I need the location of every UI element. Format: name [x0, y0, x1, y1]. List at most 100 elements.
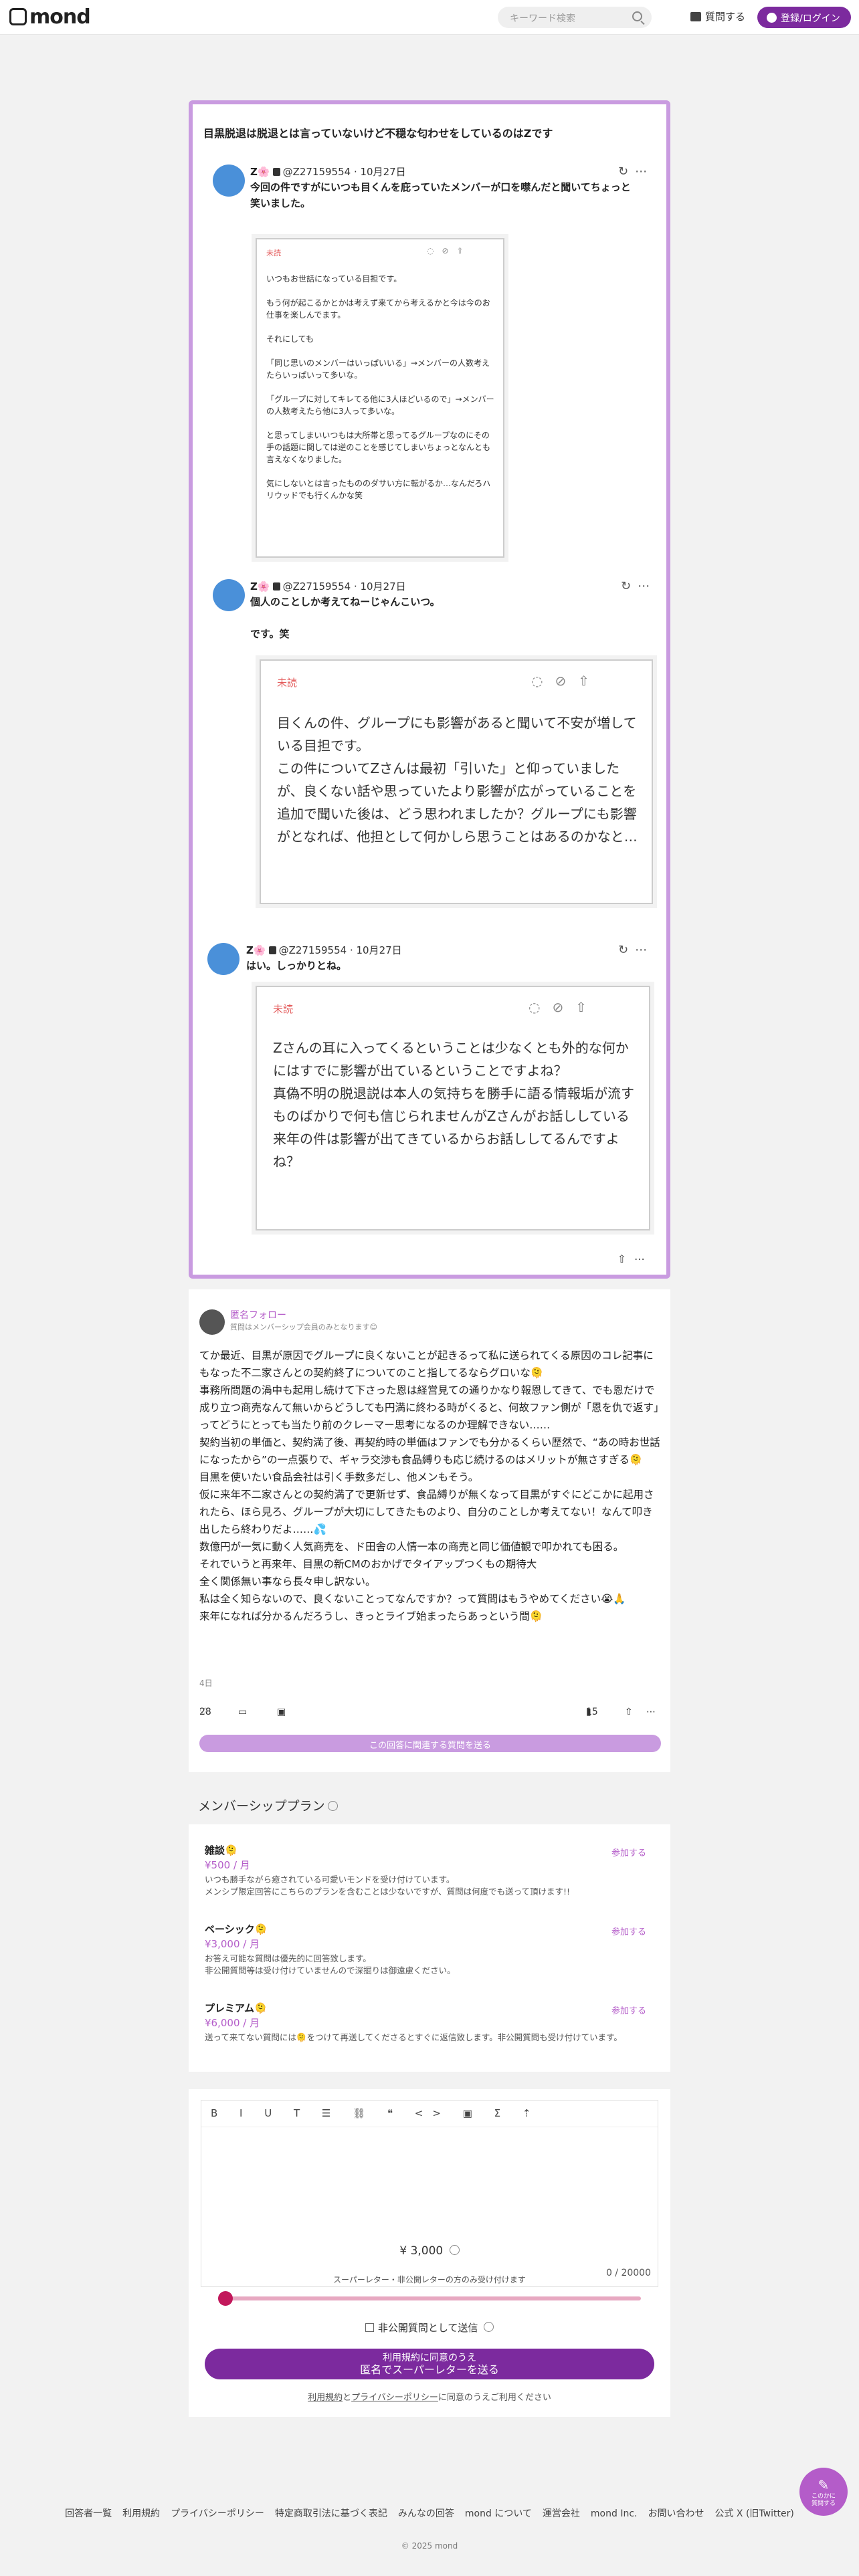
search-icon: [632, 11, 642, 21]
question-form: B I U T ☰ ⛓ ❝ <> ▣ Σ ⇡ 0 / 20000 ¥ 3,000…: [189, 2089, 670, 2417]
letter-card: 未読 ◌⊘⇧ 目くんの件、グループにも影響があると聞いて不安が増している目担です…: [260, 659, 653, 904]
block-icon[interactable]: ⊘: [552, 999, 575, 1015]
membership-card: 雑談🫠 ¥500 / 月 いつも勝手ながら癒されている可愛いモンドを受け付けてい…: [189, 1824, 670, 2072]
post-user: Z🌸 @Z27159554 · 10月27日: [246, 944, 402, 956]
join-button[interactable]: 参加する: [611, 1846, 646, 1858]
letter-text: いつもお世話になっている目担です。 もう何が起こるかとかは考えず来てから考えるか…: [266, 274, 494, 500]
share-icon[interactable]: ⇧: [578, 673, 601, 689]
post-user: Z🌸 @Z27159554 · 10月27日: [250, 166, 406, 178]
more-icon[interactable]: ⋯: [634, 1253, 653, 1265]
login-button[interactable]: 登録/ログイン: [757, 7, 851, 28]
post-text: 今回の件ですがにいつも目くんを庇っていたメンバーが口を噤んだと聞いてちょっと笑い…: [250, 181, 631, 209]
letter-card: 未読 ◌⊘⇧ いつもお世話になっている目担です。 もう何が起こるかとかは考えず来…: [256, 238, 504, 558]
question-title: 目黒脱退は脱退とは言っていないけど不穏な匂わせをしているのはZです: [203, 127, 553, 140]
question-card: 目黒脱退は脱退とは言っていないけど不穏な匂わせをしているのはZです Z🌸 @Z27…: [189, 100, 670, 1279]
amount-slider[interactable]: [218, 2291, 641, 2306]
post: Z🌸 @Z27159554 · 10月27日 ↻⋯ 今回の件ですがにいつも目くんを…: [193, 165, 666, 566]
unread-label: 未読: [273, 1003, 294, 1015]
footer-link[interactable]: mond について: [465, 2508, 532, 2519]
post: Z🌸 @Z27159554 · 10月27日 ↻⋯ はい。しっかりとね。 未読 ◌…: [193, 943, 666, 1244]
share-icon[interactable]: ⇧: [625, 1707, 633, 1717]
privacy-link[interactable]: プライバシーポリシー: [351, 2393, 438, 2403]
more-icon[interactable]: ⋯: [635, 943, 654, 957]
checkbox-icon[interactable]: [365, 2323, 374, 2332]
send-related-question-button[interactable]: この回答に関連する質問を送る: [199, 1735, 661, 1752]
header: mond キーワード検索 質問する 登録/ログイン: [0, 0, 859, 35]
footer-link[interactable]: 利用規約: [122, 2508, 160, 2519]
answer-time: 4日: [199, 1679, 213, 1688]
hide-icon[interactable]: ◌: [531, 673, 555, 689]
help-icon[interactable]: [327, 1801, 338, 1811]
terms-note: 利用規約とプライバシーポリシーに同意のうえご利用ください: [308, 2393, 551, 2403]
more-icon[interactable]: ⋯: [638, 579, 656, 593]
join-button[interactable]: 参加する: [611, 1925, 646, 1937]
footer-link[interactable]: 運営会社: [543, 2508, 580, 2519]
question-editor[interactable]: B I U T ☰ ⛓ ❝ <> ▣ Σ ⇡ 0 / 20000: [201, 2100, 658, 2287]
avatar[interactable]: [207, 943, 240, 975]
lock-icon: [268, 946, 276, 954]
pen-icon: ✎: [818, 2477, 830, 2493]
answerer-name[interactable]: 匿名フォロー: [230, 1308, 286, 1321]
help-icon[interactable]: [449, 2245, 460, 2255]
comment-icon[interactable]: ▭: [238, 1707, 247, 1717]
ask-button[interactable]: 質問する: [690, 9, 745, 23]
avatar[interactable]: [213, 165, 245, 197]
unread-label: 未読: [266, 249, 281, 257]
slider-knob[interactable]: [218, 2291, 233, 2306]
footer-links: 回答者一覧 利用規約 プライバシーポリシー 特定商取引法に基づく表記 みんなの回答 mon…: [0, 2506, 859, 2520]
post: Z🌸 @Z27159554 · 10月27日 ↻⋯ 個人のことしか考えてねーじゃん…: [193, 579, 666, 927]
help-icon[interactable]: [484, 2322, 494, 2332]
letter-icons[interactable]: ◌⊘⇧: [529, 999, 599, 1015]
editor-toolbar[interactable]: B I U T ☰ ⛓ ❝ <> ▣ Σ ⇡: [201, 2101, 658, 2127]
block-icon[interactable]: ⊘: [555, 673, 578, 689]
letter-card: 未読 ◌⊘⇧ Zさんの耳に入ってくるということは少なくとも外的な何かにはすでに影…: [256, 986, 650, 1230]
share-icon[interactable]: ⇧: [575, 999, 599, 1015]
avatar[interactable]: [213, 579, 245, 611]
hide-icon[interactable]: ◌: [427, 246, 442, 255]
private-checkbox[interactable]: 非公開質問として送信: [189, 2321, 670, 2335]
letter-icons[interactable]: ◌⊘⇧: [427, 246, 472, 255]
logo[interactable]: mond: [9, 5, 91, 29]
post-text: はい。しっかりとね。: [246, 960, 347, 972]
footer-link[interactable]: mond Inc.: [591, 2508, 638, 2519]
footer-link[interactable]: プライバシーポリシー: [171, 2508, 264, 2519]
question-actions[interactable]: ⇧⋯: [617, 1253, 653, 1265]
gift-icon[interactable]: ▣: [277, 1707, 286, 1717]
lock-icon: [272, 582, 280, 591]
block-icon[interactable]: ⊘: [442, 246, 456, 255]
answerer-avatar[interactable]: [199, 1309, 225, 1335]
share-icon[interactable]: ⇧: [457, 246, 472, 255]
post-actions[interactable]: ↻⋯: [621, 579, 656, 593]
user-icon: [767, 13, 777, 23]
join-button[interactable]: 参加する: [611, 2004, 646, 2016]
post-user: Z🌸 @Z27159554 · 10月27日: [250, 580, 406, 593]
logo-icon: [9, 8, 27, 25]
more-icon[interactable]: ⋯: [646, 1707, 656, 1717]
share-icon[interactable]: ⇧: [617, 1253, 634, 1265]
membership-title: メンバーシッププラン: [198, 1796, 338, 1814]
letter-icons[interactable]: ◌⊘⇧: [531, 673, 601, 689]
answer-card: 匿名フォロー 質問はメンバーシップ会員のみとなります😊 てか最近、目黒が原因でグ…: [189, 1289, 670, 1772]
copyright: © 2025 mond: [401, 2541, 458, 2551]
letter-text: 目くんの件、グループにも影響があると聞いて不安が増している目担です。 この件につ…: [277, 715, 638, 845]
terms-link[interactable]: 利用規約: [308, 2393, 343, 2403]
plus-box-icon: [690, 12, 701, 21]
footer-link[interactable]: 公式 X (旧Twitter): [714, 2508, 793, 2519]
refresh-icon[interactable]: ↻: [618, 165, 635, 179]
answerer-sub: 質問はメンバーシップ会員のみとなります😊: [230, 1323, 377, 1331]
footer-link[interactable]: 回答者一覧: [65, 2508, 112, 2519]
footer-link[interactable]: みんなの回答: [398, 2508, 454, 2519]
more-icon[interactable]: ⋯: [635, 165, 654, 179]
post-actions[interactable]: ↻⋯: [618, 165, 654, 179]
answer-body: てか最近、目黒が原因でグループに良くないことが起きるって私に送られてくる原因のコ…: [199, 1350, 660, 1622]
search-input[interactable]: キーワード検索: [498, 7, 652, 28]
slider-note: スーパーレター・非公開レターの方のみ受け付けます: [333, 2275, 526, 2284]
footer-link[interactable]: お問い合わせ: [648, 2508, 704, 2519]
hide-icon[interactable]: ◌: [529, 999, 552, 1015]
refresh-icon[interactable]: ↻: [621, 579, 638, 593]
refresh-icon[interactable]: ↻: [618, 943, 635, 957]
post-actions[interactable]: ↻⋯: [618, 943, 654, 957]
send-superletter-button[interactable]: 利用規約に同意のうえ 匿名でスーパーレターを送る: [205, 2349, 654, 2379]
footer-link[interactable]: 特定商取引法に基づく表記: [275, 2508, 387, 2519]
amount-display: ¥ 3,000: [189, 2244, 670, 2258]
